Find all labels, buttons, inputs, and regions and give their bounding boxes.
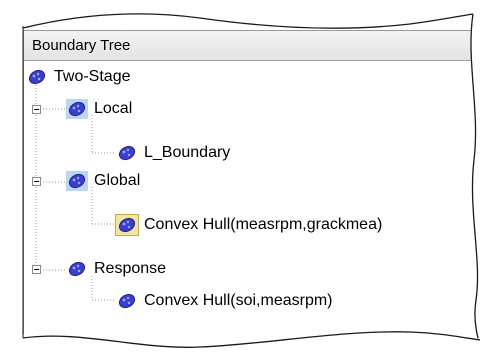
tree-node-convex-hull-response[interactable]: Convex Hull(soi,measrpm) <box>112 289 474 313</box>
tree-node-convex-hull-selected[interactable]: Convex Hull(measrpm,grackmea) <box>112 213 474 237</box>
collapse-minus-icon[interactable] <box>32 105 41 114</box>
boundary-blob-icon <box>66 99 88 119</box>
tree-node-l-boundary[interactable]: L_Boundary <box>112 141 474 165</box>
boundary-blob-icon <box>66 259 88 279</box>
tree-node-response[interactable]: Response <box>62 257 474 281</box>
tree-node-label: Global <box>94 172 141 189</box>
tree-node-label: Convex Hull(soi,measrpm) <box>144 292 333 309</box>
boundary-blob-icon <box>26 67 48 87</box>
tree-node-two-stage[interactable]: Two-Stage <box>24 65 474 89</box>
tree-node-label: Local <box>94 100 133 117</box>
tree-node-label: Convex Hull(measrpm,grackmea) <box>144 216 383 233</box>
tree-node-label: Two-Stage <box>54 68 131 85</box>
tree-node-label: L_Boundary <box>144 144 231 161</box>
panel-header: Boundary Tree <box>24 30 474 61</box>
tree-node-local[interactable]: Local <box>62 97 474 121</box>
tree-node-global[interactable]: Global <box>62 169 474 193</box>
panel-title: Boundary Tree <box>32 37 131 54</box>
tree-node-label: Response <box>94 260 167 277</box>
boundary-blob-icon <box>116 291 138 311</box>
screenshot-stage: Boundary Tree Two-Stage Local L_Boundary… <box>0 0 488 360</box>
boundary-tree: Two-Stage Local L_Boundary Global Convex… <box>24 61 474 340</box>
boundary-blob-icon <box>115 214 139 236</box>
boundary-blob-icon <box>116 143 138 163</box>
collapse-minus-icon[interactable] <box>32 265 41 274</box>
boundary-tree-panel: Boundary Tree Two-Stage Local L_Boundary… <box>23 30 474 340</box>
collapse-minus-icon[interactable] <box>32 177 41 186</box>
boundary-blob-icon <box>66 171 88 191</box>
